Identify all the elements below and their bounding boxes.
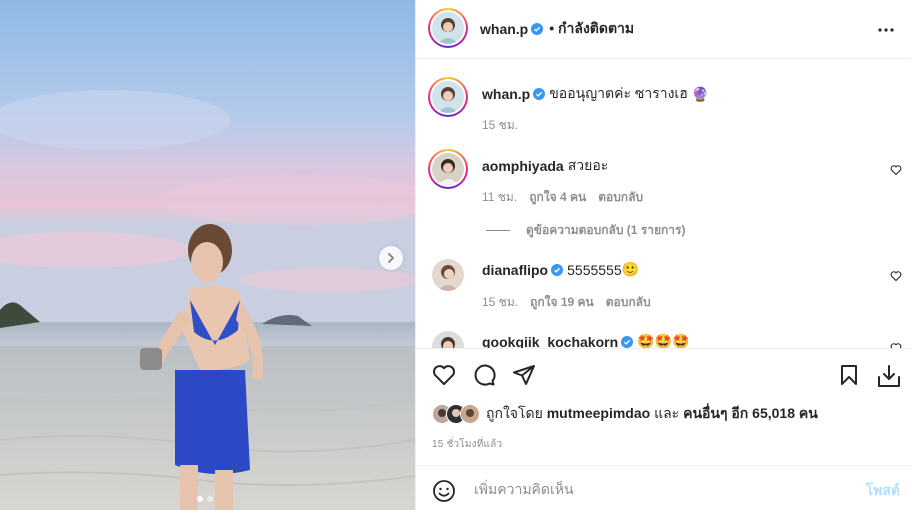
author-avatar[interactable] — [428, 8, 468, 48]
share-button[interactable] — [512, 363, 536, 392]
verified-icon — [621, 335, 634, 348]
comment-like-button[interactable] — [890, 269, 902, 287]
verified-icon — [533, 88, 546, 100]
more-options-button[interactable] — [874, 18, 898, 47]
carousel-indicator — [197, 496, 213, 502]
download-button[interactable] — [876, 363, 902, 394]
heart-icon — [890, 271, 902, 282]
comment-like-button[interactable] — [890, 163, 902, 181]
comment-avatar[interactable] — [432, 331, 464, 348]
comment-body: สวยอะ — [567, 157, 609, 173]
caption-avatar[interactable] — [428, 77, 468, 117]
replies-divider — [486, 230, 510, 231]
comment-like-button[interactable] — [890, 341, 902, 348]
comment-likes[interactable]: ถูกใจ 19 คน — [530, 293, 594, 312]
share-icon — [513, 365, 535, 385]
comments-list: whan.p ขออนุญาตค่ะ ซารางเฮ 🔮 15 ชม. aomp… — [416, 59, 911, 348]
comment-icon — [474, 364, 496, 386]
save-button[interactable] — [837, 363, 861, 392]
comment-meta: 15 ชม. ถูกใจ 19 คน ตอบกลับ — [482, 293, 651, 312]
likes-first-user[interactable]: mutmeepimdao — [547, 405, 650, 421]
author-username[interactable]: whan.p — [480, 21, 528, 37]
liker-avatar — [460, 404, 480, 424]
caption-text: whan.p ขออนุญาตค่ะ ซารางเฮ 🔮 — [482, 83, 709, 105]
post-comment-button[interactable]: โพสต์ — [866, 480, 900, 502]
view-replies-label: ดูข้อความตอบกลับ (1 รายการ) — [526, 223, 686, 237]
likes-text: ถูกใจโดย mutmeepimdao และ คนอื่นๆ อีก 65… — [486, 403, 818, 425]
post-header: whan.p • กำลังติดตาม — [416, 0, 911, 59]
likes-and: และ — [654, 405, 680, 421]
likes-prefix: ถูกใจโดย — [486, 405, 543, 421]
comment-username[interactable]: gookgiik_kochakorn — [482, 334, 618, 349]
post-panel: whan.p • กำลังติดตาม whan.p ขออนุญาตค่ะ … — [415, 0, 911, 510]
verified-icon — [531, 23, 544, 35]
reply-button[interactable]: ตอบกลับ — [606, 293, 651, 312]
comment-likes[interactable]: ถูกใจ 4 คน — [529, 188, 586, 207]
emoji-icon — [433, 480, 455, 502]
caption-username[interactable]: whan.p — [482, 86, 530, 102]
chevron-right-icon — [388, 253, 394, 263]
view-replies-button[interactable]: ดูข้อความตอบกลับ (1 รายการ) — [486, 221, 685, 240]
following-status[interactable]: • กำลังติดตาม — [549, 18, 634, 40]
carousel-dot — [207, 496, 213, 502]
heart-icon — [432, 365, 456, 385]
reply-button[interactable]: ตอบกลับ — [598, 188, 643, 207]
comment-body: 5555555 — [567, 261, 622, 278]
comment-text: dianaflipo 5555555 🙂 — [482, 261, 639, 278]
comment-input[interactable] — [472, 477, 846, 501]
comment-text: aomphiyada สวยอะ — [482, 155, 608, 177]
comment-avatar[interactable] — [432, 259, 464, 291]
comment-time[interactable]: 11 ชม. — [482, 188, 517, 207]
emoji-button[interactable] — [432, 479, 456, 508]
comment-emoji: 🤩🤩🤩 — [637, 333, 690, 348]
bookmark-icon — [841, 365, 857, 385]
action-bar — [416, 348, 911, 399]
download-icon — [878, 365, 900, 387]
like-button[interactable] — [432, 363, 456, 392]
caption-emoji: 🔮 — [691, 85, 710, 102]
caption-meta: 15 ชม. — [482, 116, 518, 135]
verified-icon — [551, 263, 564, 276]
comment-meta: 11 ชม. ถูกใจ 4 คน ตอบกลับ — [482, 188, 643, 207]
caption-body: ขออนุญาตค่ะ ซารางเฮ — [549, 85, 688, 101]
comment-text: gookgiik_kochakorn 🤩🤩🤩 — [482, 333, 689, 348]
post-photo — [0, 0, 415, 510]
comment-avatar[interactable] — [428, 149, 468, 189]
header-user: whan.p • กำลังติดตาม — [480, 18, 634, 40]
carousel-dot-active — [197, 496, 203, 502]
likes-others[interactable]: คนอื่นๆ อีก 65,018 คน — [683, 405, 818, 421]
post-time[interactable]: 15 ชั่วโมงที่แล้ว — [432, 437, 502, 452]
likes-summary: ถูกใจโดย mutmeepimdao และ คนอื่นๆ อีก 65… — [432, 403, 818, 425]
comment-button[interactable] — [472, 363, 496, 392]
comment-emoji: 🙂 — [621, 261, 640, 277]
add-comment-bar: โพสต์ — [416, 465, 911, 510]
heart-icon — [890, 165, 902, 176]
more-icon — [878, 28, 894, 32]
next-photo-button[interactable] — [379, 246, 403, 270]
comment-username[interactable]: aomphiyada — [482, 158, 564, 174]
comment-time[interactable]: 15 ชม. — [482, 293, 518, 312]
comment-username[interactable]: dianaflipo — [482, 262, 548, 278]
caption-time[interactable]: 15 ชม. — [482, 116, 518, 135]
